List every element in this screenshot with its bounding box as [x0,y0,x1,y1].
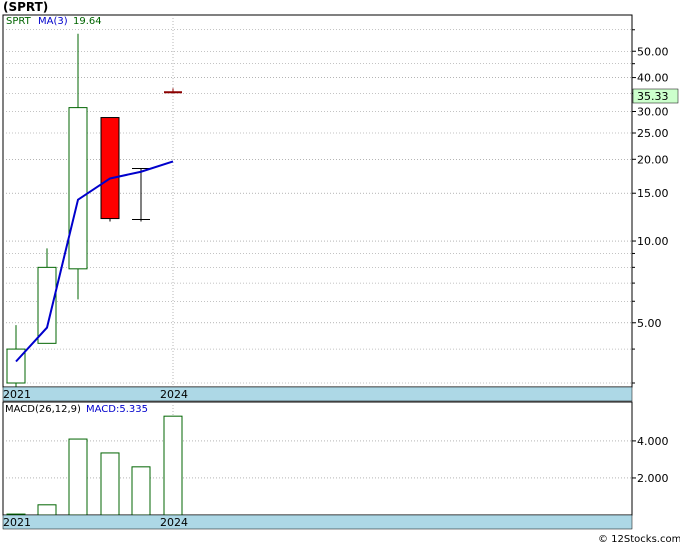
price-y-tick-label: 50.00 [637,45,669,58]
price-x-axis-band [2,386,633,402]
price-x-tick-label: 2021 [3,388,31,401]
price-panel [2,14,633,388]
macd-bar [100,452,120,516]
macd-y-axis: 2.000 4.000 [632,435,669,485]
macd-legend-params: MACD(26,12,9) [5,404,81,415]
stock-chart: (SPRT) 5.00 10.00 15.00 20.00 25.00 30.00 40.0… [2,0,680,545]
price-y-axis: 5.00 10.00 15.00 20.00 25.00 30.00 40.00 50.00 [632,29,669,384]
price-y-tick-label: 5.00 [637,317,662,330]
legend-ma-label: MA(3) [38,16,68,27]
macd-panel [2,401,633,516]
price-x-tick-label: 2024 [160,388,188,401]
copyright-footer: © 12Stocks.com [598,534,680,545]
price-y-tick-label: 25.00 [637,127,669,140]
candle-down [100,117,120,220]
last-price-badge: 35.33 [632,88,679,104]
macd-y-tick-label: 2.000 [637,472,669,485]
macd-x-tick-label: 2024 [160,516,188,529]
macd-bar [37,504,57,516]
macd-legend-value: MACD:5.335 [86,404,148,415]
macd-bar [68,438,88,516]
macd-x-axis-band [2,514,633,530]
chart-title: (SPRT) [3,0,48,14]
price-y-tick-label: 30.00 [637,105,669,118]
last-price-value: 35.33 [637,90,669,103]
price-y-tick-label: 15.00 [637,187,669,200]
legend-symbol: SPRT [6,16,32,27]
macd-y-tick-label: 4.000 [637,435,669,448]
price-y-tick-label: 40.00 [637,72,669,85]
legend-ma-value: 19.64 [73,16,102,27]
macd-x-tick-label: 2021 [3,516,31,529]
macd-bar [163,415,183,516]
price-y-tick-label: 10.00 [637,235,669,248]
macd-bar [131,466,151,516]
price-y-tick-label: 20.00 [637,153,669,166]
candle-up [68,107,88,270]
